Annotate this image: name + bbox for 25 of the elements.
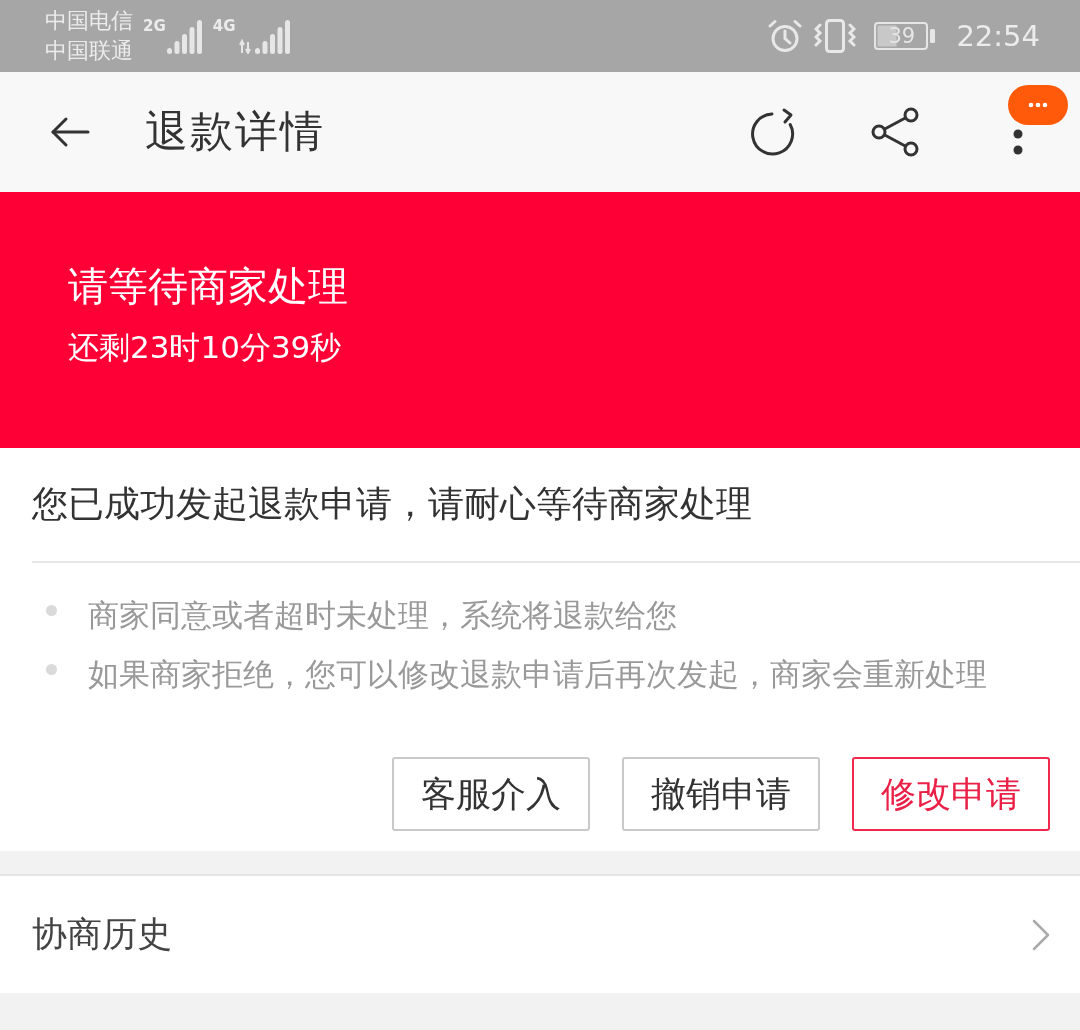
battery-percent: 39 bbox=[888, 23, 916, 50]
tip-text: 如果商家拒绝，您可以修改退款申请后再次发起，商家会重新处理 bbox=[88, 656, 987, 694]
battery-icon bbox=[874, 22, 937, 50]
share-icon bbox=[871, 107, 919, 157]
history-row[interactable]: 协商历史 bbox=[0, 876, 1080, 993]
carrier-name: 中国电信 bbox=[45, 7, 133, 35]
action-button[interactable]: 撤销申请 bbox=[622, 757, 820, 831]
tip-text: 商家同意或者超时未处理，系统将退款给您 bbox=[88, 597, 677, 635]
carrier-name: 中国联通 bbox=[45, 37, 133, 65]
action-button[interactable]: 客服介入 bbox=[392, 757, 590, 831]
countdown-text: 还剩23时10分39秒 bbox=[68, 328, 342, 366]
network-type: 4G bbox=[212, 18, 236, 35]
chevron-right-icon bbox=[1032, 918, 1050, 951]
network-type: 2G bbox=[143, 18, 166, 35]
vibrate-icon bbox=[814, 19, 857, 53]
more-dots-icon bbox=[1013, 129, 1023, 155]
clock-time: 22:54 bbox=[956, 19, 1040, 53]
ellipsis-badge-icon bbox=[1008, 85, 1068, 125]
action-button[interactable]: 修改申请 bbox=[852, 757, 1050, 831]
notice-message: 您已成功发起退款申请，请耐心等待商家处理 bbox=[32, 481, 752, 526]
page-title: 退款详情 bbox=[145, 105, 325, 158]
alarm-clock-icon bbox=[768, 19, 803, 53]
bullet-icon bbox=[46, 664, 57, 675]
banner-title: 请等待商家处理 bbox=[68, 262, 348, 310]
bullet-icon bbox=[46, 605, 57, 616]
